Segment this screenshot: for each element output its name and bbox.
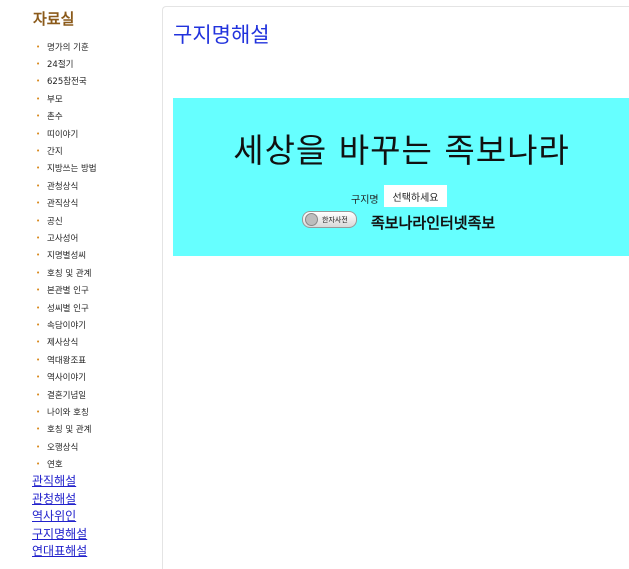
sidebar-menu-item[interactable]: • 고사성어 (36, 229, 97, 246)
sidebar-title: 자료실 (33, 10, 75, 28)
brand-text: 족보나라인터넷족보 (371, 214, 496, 232)
search-banner: 세상을 바꾸는 족보나라 구지명 선택하세요 한자사전 족보나라인터넷족보 (173, 98, 629, 256)
sidebar-menu-item[interactable]: • 오행상식 (36, 438, 97, 455)
banner-headline: 세상을 바꾸는 족보나라 (233, 131, 570, 170)
bullet-icon: • (36, 407, 41, 416)
page-title: 구지명해설 (173, 23, 270, 47)
sidebar-menu-item-label: 역사이야기 (47, 373, 87, 384)
hanja-dictionary-button[interactable]: 한자사전 (302, 211, 357, 228)
bullet-icon: • (36, 355, 41, 364)
sidebar-menu-item[interactable]: • 띠이야기 (36, 125, 97, 142)
sidebar-menu-item[interactable]: • 호칭 및 관계 (36, 421, 97, 438)
dictionary-icon (305, 213, 318, 226)
bullet-icon: • (36, 199, 41, 208)
sidebar-menu-item-label: 지방쓰는 방법 (47, 164, 97, 175)
sidebar-menu-item[interactable]: • 간지 (36, 142, 97, 159)
sidebar-link[interactable]: 구지명해설 (32, 526, 87, 544)
sidebar-menu-item-label: 관직상식 (47, 199, 79, 210)
bullet-icon: • (36, 338, 41, 347)
bullet-icon: • (36, 390, 41, 399)
sidebar-menu-item-label: 속담이야기 (47, 320, 87, 331)
sidebar-menu-item-label: 띠이야기 (47, 129, 79, 140)
sidebar-menu-item[interactable]: • 나이와 호칭 (36, 403, 97, 420)
bullet-icon: • (36, 181, 41, 190)
sidebar-menu-item[interactable]: • 촌수 (36, 108, 97, 125)
bullet-icon: • (36, 286, 41, 295)
sidebar-menu-item-label: 역대왕조표 (47, 355, 87, 366)
bullet-icon: • (36, 42, 41, 51)
sidebar-link[interactable]: 관직해설 (32, 473, 87, 491)
sidebar: 자료실 • 명가의 기훈 • 24절기 • 625참전국 • 부모 • 촌수 • 띠이야기 • 간지 • 지방… (0, 0, 160, 568)
sidebar-menu-item[interactable]: • 역대왕조표 (36, 351, 97, 368)
sidebar-menu-item-label: 본관별 인구 (47, 286, 89, 297)
sidebar-menu-item-label: 연호 (47, 460, 63, 471)
sidebar-menu-item[interactable]: • 성씨별 인구 (36, 299, 97, 316)
bullet-icon: • (36, 77, 41, 86)
sidebar-links: 관직해설 관청해설 역사위인 구지명해설 연대표해설 (32, 473, 87, 561)
sidebar-menu-item[interactable]: • 625참전국 (36, 73, 97, 90)
sidebar-link[interactable]: 연대표해설 (32, 543, 87, 561)
sidebar-menu-item[interactable]: • 부모 (36, 90, 97, 107)
bullet-icon: • (36, 233, 41, 242)
bullet-icon: • (36, 147, 41, 156)
sidebar-menu-item-label: 공신 (47, 216, 63, 227)
sidebar-menu-item[interactable]: • 결혼기념일 (36, 386, 97, 403)
sidebar-menu-item[interactable]: • 속담이야기 (36, 316, 97, 333)
bullet-icon: • (36, 94, 41, 103)
sidebar-menu-item[interactable]: • 관청상식 (36, 177, 97, 194)
bullet-icon: • (36, 60, 41, 69)
sidebar-menu-item[interactable]: • 역사이야기 (36, 368, 97, 385)
sidebar-menu-item-label: 고사성어 (47, 233, 79, 244)
sidebar-menu-item-label: 호칭 및 관계 (47, 268, 92, 279)
sidebar-menu-item[interactable]: • 지명별성씨 (36, 247, 97, 264)
sidebar-menu-item-label: 호칭 및 관계 (47, 425, 92, 436)
sidebar-menu-item-label: 오행상식 (47, 442, 79, 453)
sidebar-menu-item-label: 명가의 기훈 (47, 42, 89, 53)
sidebar-menu-item-label: 결혼기념일 (47, 390, 87, 401)
old-place-name-select[interactable]: 선택하세요 (384, 185, 447, 207)
sidebar-menu-item-label: 부모 (47, 94, 63, 105)
sidebar-link[interactable]: 역사위인 (32, 508, 87, 526)
old-place-name-label: 구지명 (351, 195, 379, 206)
sidebar-menu-item-label: 성씨별 인구 (47, 303, 89, 314)
sidebar-menu: • 명가의 기훈 • 24절기 • 625참전국 • 부모 • 촌수 • 띠이야기 • 간지 • 지방쓰는 방… (36, 38, 97, 473)
sidebar-menu-item[interactable]: • 지방쓰는 방법 (36, 160, 97, 177)
sidebar-menu-item[interactable]: • 연호 (36, 455, 97, 472)
sidebar-menu-item-label: 나이와 호칭 (47, 407, 89, 418)
bullet-icon: • (36, 216, 41, 225)
bullet-icon: • (36, 425, 41, 434)
main-panel: 구지명해설 세상을 바꾸는 족보나라 구지명 선택하세요 한자사전 족보나라인터… (162, 6, 629, 569)
sidebar-menu-item-label: 촌수 (47, 112, 63, 123)
bullet-icon: • (36, 320, 41, 329)
sidebar-menu-item[interactable]: • 공신 (36, 212, 97, 229)
sidebar-menu-item[interactable]: • 24절기 (36, 55, 97, 72)
bullet-icon: • (36, 112, 41, 121)
hanja-dictionary-label: 한자사전 (322, 215, 348, 224)
sidebar-link[interactable]: 관청해설 (32, 491, 87, 509)
sidebar-menu-item-label: 제사상식 (47, 338, 79, 349)
bullet-icon: • (36, 373, 41, 382)
sidebar-menu-item-label: 지명별성씨 (47, 251, 87, 262)
sidebar-menu-item[interactable]: • 제사상식 (36, 334, 97, 351)
sidebar-menu-item[interactable]: • 호칭 및 관계 (36, 264, 97, 281)
bullet-icon: • (36, 460, 41, 469)
bullet-icon: • (36, 129, 41, 138)
sidebar-menu-item[interactable]: • 본관별 인구 (36, 281, 97, 298)
bullet-icon: • (36, 164, 41, 173)
sidebar-menu-item[interactable]: • 관직상식 (36, 195, 97, 212)
bullet-icon: • (36, 251, 41, 260)
sidebar-menu-item[interactable]: • 명가의 기훈 (36, 38, 97, 55)
sidebar-menu-item-label: 24절기 (47, 60, 74, 71)
bullet-icon: • (36, 268, 41, 277)
select-value: 선택하세요 (392, 192, 439, 204)
bullet-icon: • (36, 442, 41, 451)
sidebar-menu-item-label: 관청상식 (47, 181, 79, 192)
sidebar-menu-item-label: 625참전국 (47, 77, 87, 88)
bullet-icon: • (36, 303, 41, 312)
sidebar-menu-item-label: 간지 (47, 147, 63, 158)
